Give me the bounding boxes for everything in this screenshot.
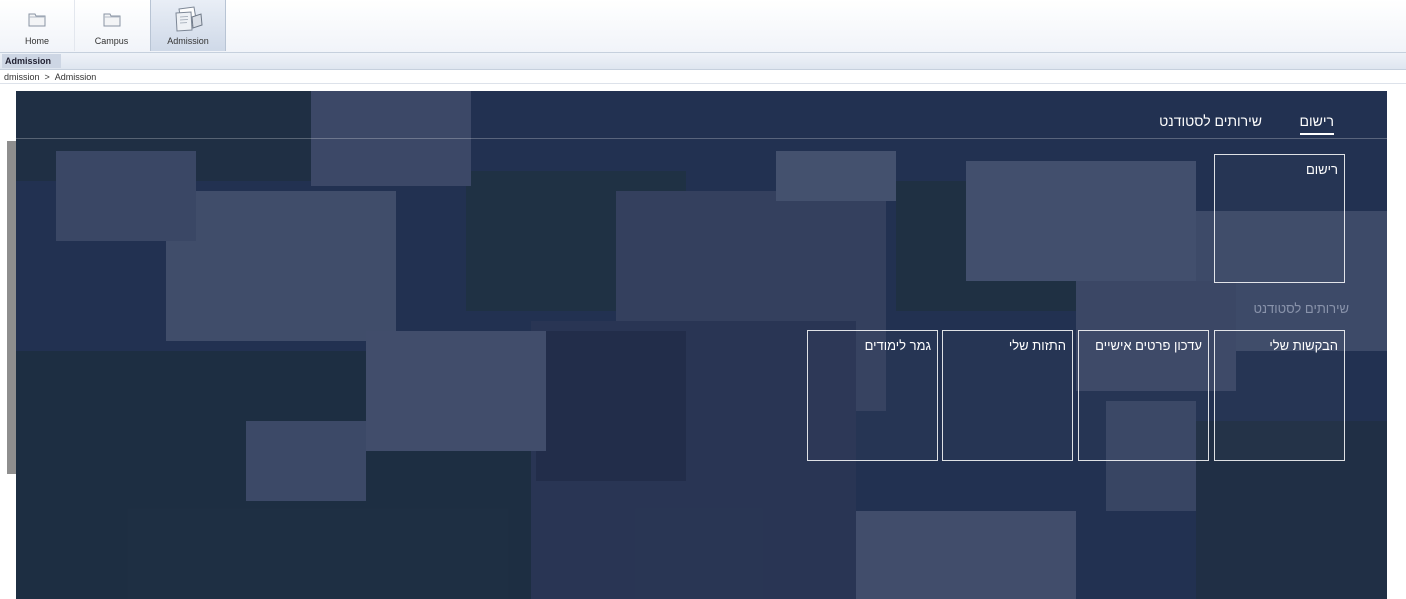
folder-icon [26,8,48,32]
nav-tab-campus[interactable]: Campus [74,0,148,51]
nav-tab-admission[interactable]: Admission [150,0,226,51]
registration-tile[interactable]: רישום [1214,154,1345,283]
breadcrumb: dmission > Admission [4,71,96,83]
student-services-heading: שירותים לסטודנט [1253,301,1349,316]
header-divider [0,83,1406,84]
nav-tab-home[interactable]: Home [0,0,74,51]
breadcrumb-separator: > [44,72,50,82]
top-navigation: Home Campus Admission [0,0,1406,53]
scrollbar-thumb[interactable] [7,141,16,474]
portal-tabs: רישום שירותים לסטודנט [16,91,1387,139]
my-requests-tile[interactable]: הבקשות שלי [1214,330,1345,461]
tab-registration[interactable]: רישום [1299,113,1334,135]
sub-navigation: Admission [0,53,1406,70]
nav-tab-label: Home [24,36,49,46]
breadcrumb-item[interactable]: dmission [4,72,40,82]
my-theses-tile[interactable]: התזות שלי [942,330,1073,461]
folder-icon [101,8,123,32]
breadcrumb-item-current: Admission [54,72,97,82]
graduation-tile[interactable]: גמר לימודים [807,330,938,461]
portal-panel: רישום שירותים לסטודנט רישום שירותים לסטו… [16,91,1387,599]
nav-tab-label: Admission [167,36,209,46]
documents-icon [172,5,204,37]
nav-tab-label: Campus [94,36,129,46]
tab-student-services[interactable]: שירותים לסטודנט [1159,113,1262,129]
subnav-tab-admission[interactable]: Admission [2,54,62,68]
update-personal-details-tile[interactable]: עדכון פרטים אישיים [1078,330,1209,461]
